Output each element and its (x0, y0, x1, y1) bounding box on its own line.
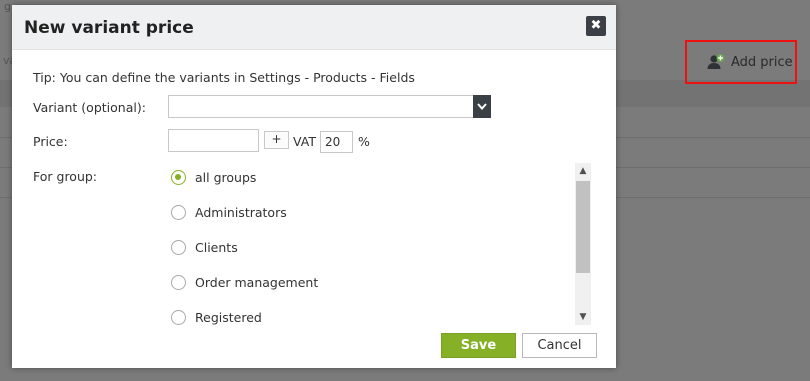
variant-label: Variant (optional): (33, 100, 146, 115)
radio-button[interactable] (171, 239, 186, 255)
group-option-label: all groups (195, 169, 257, 185)
group-option-label: Order management (195, 274, 319, 290)
group-radio-list: all groups Administrators Clients Order … (168, 163, 591, 325)
scroll-up-arrow-icon[interactable]: ▲ (575, 163, 591, 179)
percent-sign: % (358, 134, 370, 149)
group-option-label: Administrators (195, 204, 287, 220)
group-option-all-groups[interactable]: all groups (168, 167, 256, 187)
close-button[interactable]: ✖ (586, 16, 606, 36)
group-option-label: Registered (195, 309, 262, 325)
group-label: For group: (33, 169, 98, 184)
plus-button[interactable]: + (264, 131, 289, 149)
scroll-down-arrow-icon[interactable]: ▼ (575, 309, 591, 325)
add-price-label: Add price (731, 54, 793, 70)
tip-text: Tip: You can define the variants in Sett… (33, 70, 415, 85)
new-variant-price-dialog: New variant price ✖ Tip: You can define … (12, 5, 616, 368)
add-user-icon (707, 53, 725, 71)
chevron-down-icon[interactable] (473, 95, 491, 118)
radio-button[interactable] (171, 204, 186, 220)
radio-button[interactable] (171, 274, 186, 290)
radio-button[interactable] (171, 169, 186, 185)
cancel-button[interactable]: Cancel (522, 333, 597, 358)
group-option-clients[interactable]: Clients (168, 237, 238, 257)
group-list-scrollbar[interactable]: ▲ ▼ (575, 163, 591, 325)
price-label: Price: (33, 134, 68, 149)
group-option-label: Clients (195, 239, 238, 255)
price-input[interactable] (168, 129, 259, 152)
scrollbar-thumb[interactable] (576, 181, 590, 273)
save-button[interactable]: Save (441, 333, 516, 358)
vat-input[interactable] (320, 131, 353, 153)
dialog-header: New variant price ✖ (12, 5, 616, 50)
group-option-order-management[interactable]: Order management (168, 272, 318, 292)
variant-select[interactable] (168, 95, 491, 118)
add-price-button[interactable]: Add price (685, 40, 797, 84)
radio-button[interactable] (171, 309, 186, 325)
close-icon: ✖ (590, 18, 602, 33)
group-option-administrators[interactable]: Administrators (168, 202, 287, 222)
vat-label: VAT (293, 134, 316, 149)
dialog-title: New variant price (24, 18, 194, 38)
group-option-registered[interactable]: Registered (168, 307, 262, 325)
background-text-fragment: g (4, 0, 11, 13)
